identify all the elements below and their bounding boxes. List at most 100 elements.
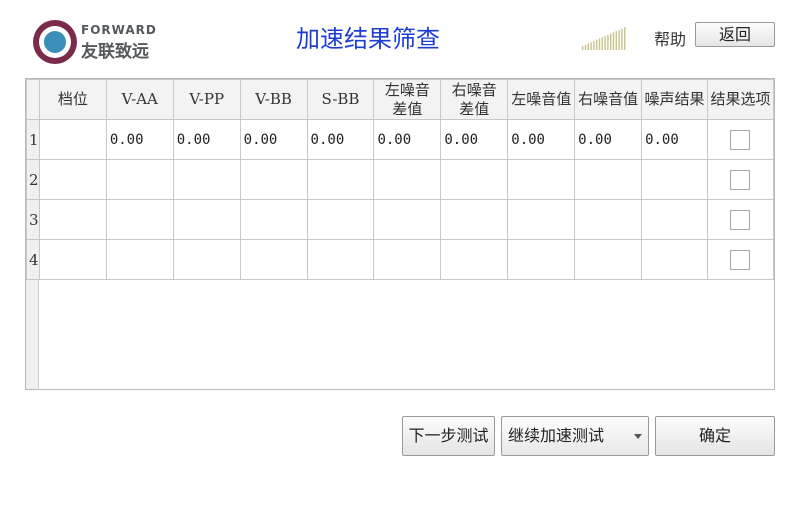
table-cell[interactable] [105,199,174,240]
table-cell[interactable] [440,159,509,200]
table-cell[interactable] [641,239,708,280]
signal-bar [590,42,592,50]
table-cell[interactable]: 0.00 [507,119,576,160]
column-header: V-AA [105,79,174,120]
column-header: S-BB [306,79,375,120]
table-row[interactable]: 1 0.00 0.00 0.00 0.00 0.00 0.00 0.00 0.00 0.00 [26,119,775,160]
table-cell[interactable] [440,239,509,280]
column-header-label: 左噪音值 [511,90,572,108]
confirm-button[interactable]: 确定 [655,416,775,456]
table-cell[interactable]: 0.00 [306,119,375,160]
column-header-label: 右噪音 [451,80,497,99]
column-header: 噪声结果 [641,79,708,120]
table-cell[interactable]: 0.00 [239,119,308,160]
column-header: V-PP [172,79,241,120]
row-number: 4 [26,239,40,280]
row-number: 1 [26,119,40,160]
row-number: 2 [26,159,40,200]
column-header-label: V-BB [255,90,292,108]
table-cell[interactable] [507,199,576,240]
page-title: 加速结果筛查 [296,25,440,53]
test-mode-select[interactable]: 继续加速测试 [501,416,649,456]
table-cell[interactable] [172,239,241,280]
result-option-cell [706,199,775,240]
table-cell[interactable] [641,159,708,200]
column-header-label: 右噪音值 [578,90,639,108]
table-cell[interactable] [38,239,107,280]
table-cell[interactable] [239,199,308,240]
table-cell[interactable]: 0.00 [574,119,643,160]
logo-brand-cn: 友联致远 [81,42,149,62]
signal-bar [604,36,606,50]
column-header: 右噪音值 [574,79,643,120]
table-cell[interactable] [373,199,442,240]
table-cell[interactable] [306,159,375,200]
table-cell[interactable] [172,159,241,200]
table-cell[interactable] [38,159,107,200]
results-table-grid: 档位 V-AA V-PP V-BB S-BB 左噪音 差值 右噪音 差值 左噪音值 右噪音值 噪声结果… [26,79,775,280]
table-cell[interactable] [239,159,308,200]
column-header-label-line2: 差值 [392,99,423,118]
signal-bar [612,32,615,50]
table-cell[interactable]: 0.00 [373,119,442,160]
signal-bar [601,37,603,50]
column-header: 右噪音 差值 [440,79,509,120]
table-cell[interactable] [38,199,107,240]
result-option-cell [706,239,775,280]
signal-bar [593,41,595,50]
column-header-label: 左噪音 [384,80,430,99]
help-link[interactable]: 帮助 [654,26,686,50]
signal-bar [624,27,626,50]
table-cell[interactable] [105,159,174,200]
result-option-checkbox[interactable] [730,209,751,230]
test-mode-select-value: 继续加速测试 [508,426,605,445]
table-cell[interactable]: 0.00 [440,119,509,160]
table-cell[interactable] [641,199,708,240]
next-step-button[interactable]: 下一步测试 [402,416,495,456]
result-option-checkbox[interactable] [730,249,751,270]
logo-brand-en: FORWARD [81,23,157,37]
column-header: 左噪音 差值 [373,79,442,120]
back-button[interactable]: 返回 [695,22,775,47]
signal-bar [598,38,601,50]
signal-bar [621,28,623,50]
table-cell[interactable]: 0.00 [641,119,708,160]
table-row[interactable]: 2 [26,159,775,200]
table-header-row: 档位 V-AA V-PP V-BB S-BB 左噪音 差值 右噪音 差值 左噪音值 右噪音值 噪声结果… [26,79,775,120]
table-cell[interactable] [373,239,442,280]
signal-bar [587,43,589,50]
signal-strength-icon [580,26,628,50]
result-option-cell [706,159,775,200]
result-option-cell [706,119,775,160]
company-logo: FORWARD 友联致远 [33,18,163,64]
table-cell[interactable] [440,199,509,240]
signal-bar [584,44,587,50]
logo-emblem-icon [33,20,77,64]
table-cell[interactable] [574,199,643,240]
column-header-label: 档位 [57,90,88,108]
column-header: 左噪音值 [507,79,576,120]
table-cell[interactable]: 0.00 [105,119,174,160]
table-cell[interactable] [38,119,107,160]
table-cell[interactable] [239,239,308,280]
table-row[interactable]: 3 [26,199,775,240]
table-row[interactable]: 4 [26,239,775,280]
result-option-checkbox[interactable] [730,169,751,190]
table-cell[interactable] [306,239,375,280]
results-table: 档位 V-AA V-PP V-BB S-BB 左噪音 差值 右噪音 差值 左噪音值 右噪音值 噪声结果… [25,78,775,390]
table-cell[interactable] [507,239,576,280]
table-cell[interactable] [574,239,643,280]
dropdown-arrow-icon [634,434,642,439]
row-number: 3 [26,199,40,240]
table-cell[interactable] [105,239,174,280]
table-cell[interactable] [574,159,643,200]
table-cell[interactable]: 0.00 [172,119,241,160]
column-header-label: 噪声结果 [644,90,705,108]
table-cell[interactable] [373,159,442,200]
column-header-label: V-AA [121,90,158,108]
table-cell[interactable] [507,159,576,200]
table-cell[interactable] [306,199,375,240]
result-option-checkbox[interactable] [730,129,751,150]
table-cell[interactable] [172,199,241,240]
signal-bar [610,33,612,50]
